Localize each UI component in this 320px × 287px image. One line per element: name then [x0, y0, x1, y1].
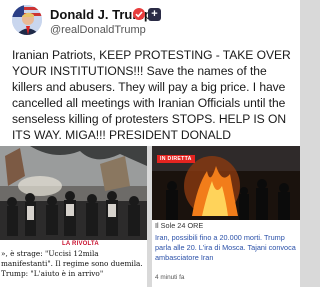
- timestamp: 4 minuti fa: [155, 274, 185, 281]
- card-headline[interactable]: », è strage: "Uccisi 12mila manifestanti…: [1, 249, 147, 278]
- card-kicker: LA RIVOLTA: [62, 241, 99, 247]
- social-post: Donald J. Trump + @realDonaldTrump Irani…: [0, 0, 300, 148]
- author-handle[interactable]: @realDonaldTrump: [50, 24, 146, 36]
- news-card-left[interactable]: LA RIVOLTA », è strage: "Uccisi 12mila m…: [0, 146, 147, 287]
- source-label[interactable]: Il Sole 24 ORE: [155, 221, 295, 230]
- live-badge: IN DIRETTA: [157, 155, 195, 163]
- post-text: Iranian Patriots, KEEP PROTESTING - TAKE…: [12, 48, 291, 142]
- avatar[interactable]: [12, 5, 42, 35]
- verified-badge-icon: [133, 8, 145, 20]
- protest-photo: [0, 146, 147, 240]
- plus-badge-icon: +: [148, 8, 161, 21]
- card-headline-link[interactable]: Iran, possibili fino a 20.000 morti. Tru…: [155, 233, 299, 263]
- news-card-right[interactable]: IN DIRETTA Il Sole 24 ORE Iran, possibil…: [152, 146, 300, 287]
